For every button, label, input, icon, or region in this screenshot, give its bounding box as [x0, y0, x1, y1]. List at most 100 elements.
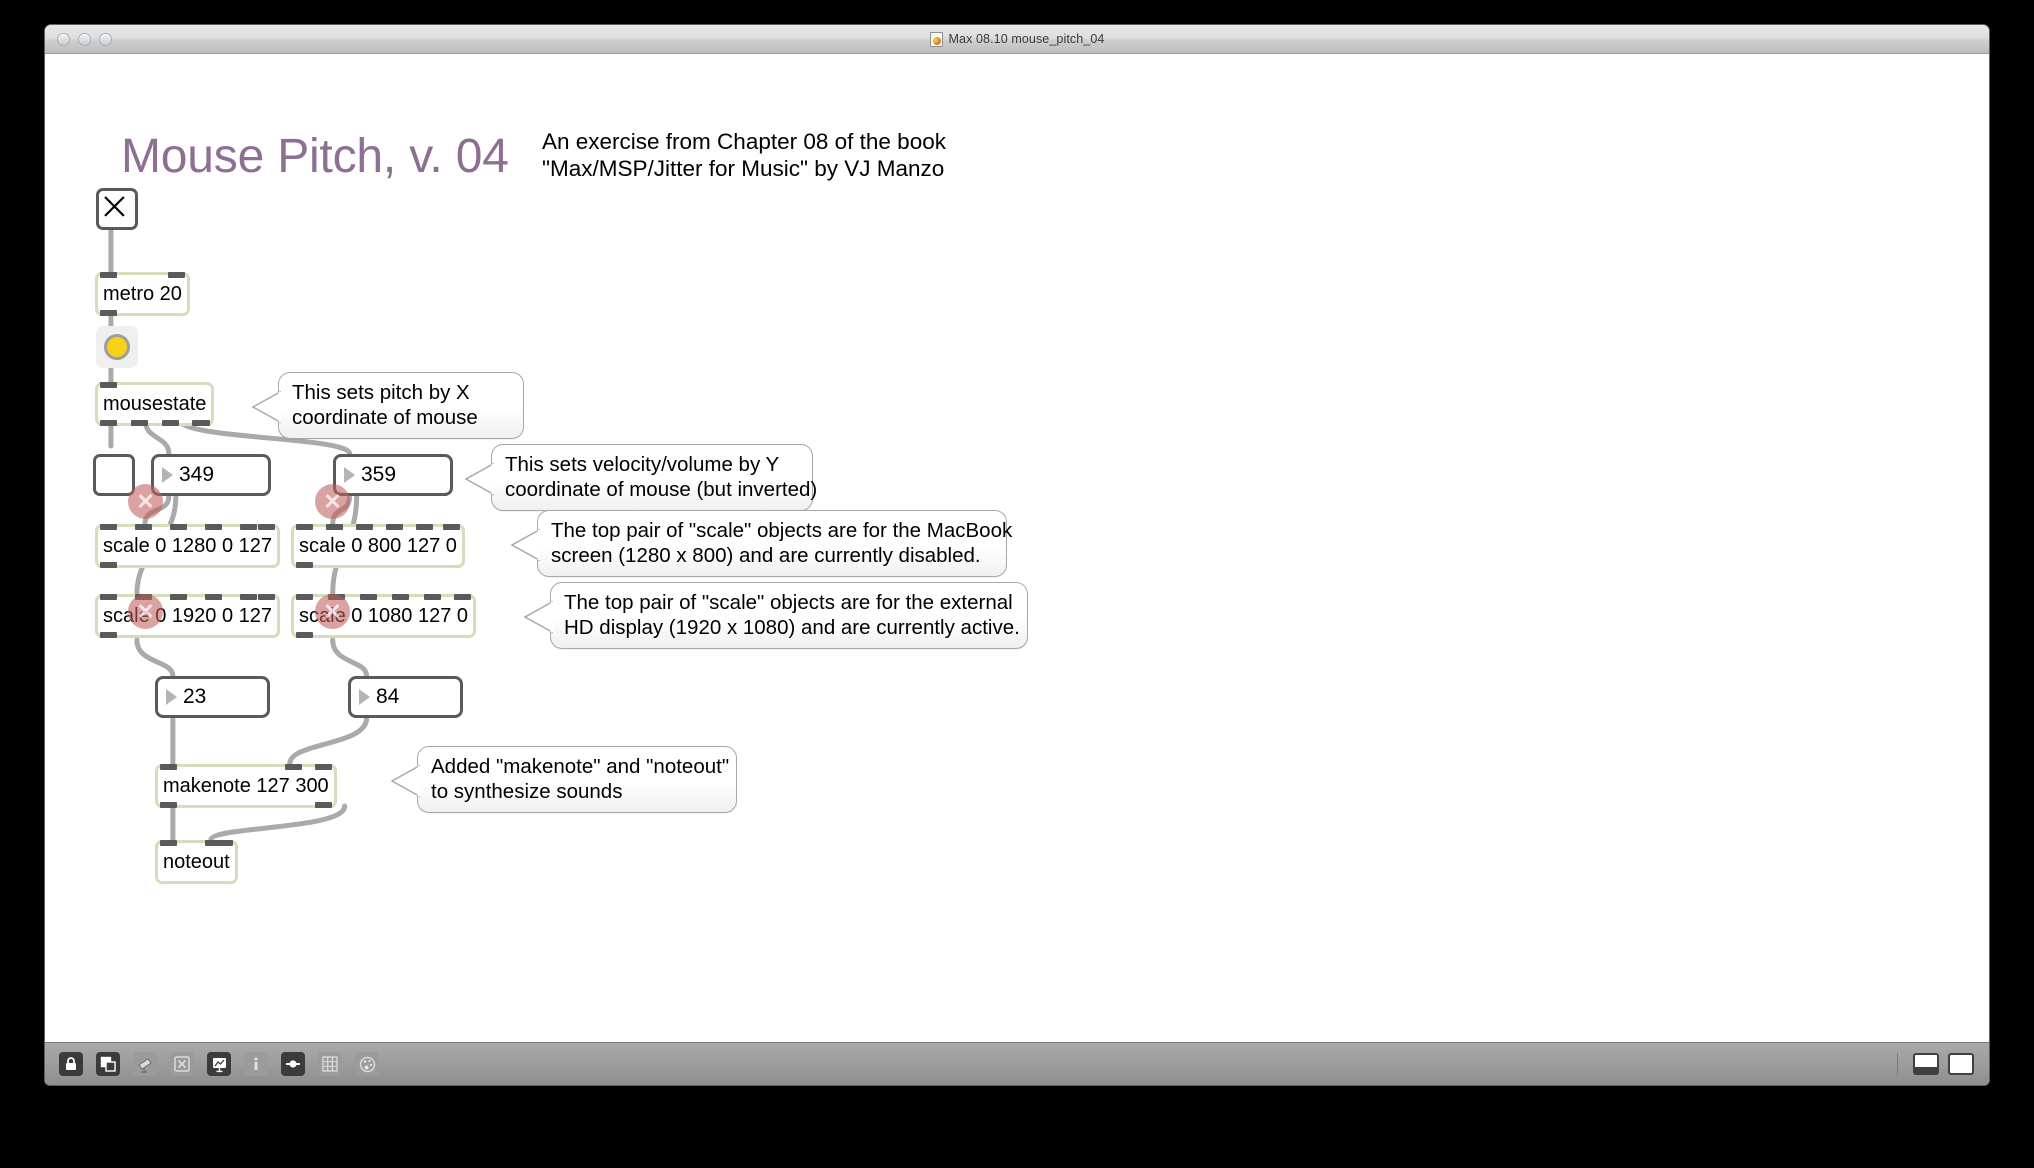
- outlet[interactable]: [160, 802, 177, 808]
- disabled-connection-marker[interactable]: ✕: [315, 484, 350, 519]
- object-makenote[interactable]: makenote 127 300: [155, 764, 337, 808]
- outlet[interactable]: [296, 562, 313, 568]
- patcher-toolbar: [45, 1042, 1989, 1085]
- disabled-connection-marker[interactable]: ✕: [128, 594, 163, 629]
- numberbox-velocity[interactable]: 84: [348, 676, 463, 718]
- palette-icon[interactable]: [355, 1052, 379, 1076]
- grid-icon[interactable]: [318, 1052, 342, 1076]
- comment-pitch[interactable]: This sets pitch by X coordinate of mouse: [278, 372, 524, 439]
- comment-makenote[interactable]: Added "makenote" and "noteout" to synthe…: [417, 746, 737, 813]
- toolbar-right-group: [1897, 1053, 1989, 1075]
- presentation-icon[interactable]: [207, 1052, 231, 1076]
- inlet[interactable]: [356, 524, 373, 530]
- inlet[interactable]: [258, 594, 276, 600]
- disabled-connection-marker[interactable]: ✕: [128, 484, 163, 519]
- outlet[interactable]: [100, 632, 117, 638]
- object-text: mousestate: [103, 392, 207, 415]
- inlet[interactable]: [205, 594, 222, 600]
- outlet[interactable]: [296, 632, 313, 638]
- inlet[interactable]: [454, 594, 472, 600]
- lock-icon[interactable]: [59, 1052, 83, 1076]
- comment-tail-icon: [464, 462, 494, 496]
- close-button[interactable]: [57, 33, 70, 46]
- comment-tail-icon: [251, 390, 281, 424]
- comment-tail-icon: [510, 528, 540, 562]
- object-explorer-icon[interactable]: [170, 1052, 194, 1076]
- toggle-x-icon: [104, 196, 125, 217]
- outlet[interactable]: [162, 420, 179, 426]
- numberbox-mouse-y[interactable]: 359: [333, 454, 453, 496]
- inlet[interactable]: [215, 840, 233, 846]
- inlet[interactable]: [100, 272, 117, 278]
- inspector-icon[interactable]: [281, 1052, 305, 1076]
- outlet[interactable]: [100, 310, 117, 316]
- inlet[interactable]: [360, 594, 377, 600]
- inlet[interactable]: [100, 382, 117, 388]
- toggle-object-2[interactable]: [93, 454, 135, 496]
- telescope-icon[interactable]: [133, 1052, 157, 1076]
- inlet[interactable]: [240, 524, 257, 530]
- inlet[interactable]: [160, 764, 177, 770]
- inlet[interactable]: [240, 594, 257, 600]
- sidebar-toggle-icon[interactable]: [1913, 1053, 1939, 1075]
- window-titlebar: Max 08.10 mouse_pitch_04: [45, 25, 1989, 54]
- object-scale-hd-x[interactable]: scale 0 1920 0 127: [95, 594, 281, 638]
- comment-velocity[interactable]: This sets velocity/volume by Y coordinat…: [491, 444, 817, 511]
- numberbox-mouse-x[interactable]: 349: [151, 454, 271, 496]
- max-patcher-document-icon: [929, 31, 943, 47]
- inlet[interactable]: [416, 524, 433, 530]
- inlet[interactable]: [167, 272, 185, 278]
- object-metro[interactable]: metro 20: [95, 272, 190, 316]
- info-icon[interactable]: [244, 1052, 268, 1076]
- outlet[interactable]: [314, 802, 332, 808]
- inlet[interactable]: [100, 524, 117, 530]
- outlet[interactable]: [131, 420, 148, 426]
- numberbox-pitch[interactable]: 23: [155, 676, 270, 718]
- object-text: makenote 127 300: [163, 774, 329, 797]
- inlet[interactable]: [285, 764, 302, 770]
- numberbox-value: 359: [361, 463, 397, 486]
- inlet[interactable]: [160, 840, 177, 846]
- inlet[interactable]: [392, 594, 409, 600]
- toggle-object[interactable]: [96, 188, 138, 230]
- comment-hd-display[interactable]: The top pair of "scale" objects are for …: [550, 582, 1028, 649]
- numberbox-value: 23: [183, 685, 207, 708]
- disabled-connection-marker[interactable]: ✕: [315, 594, 350, 629]
- comment-macbook[interactable]: The top pair of "scale" objects are for …: [537, 510, 1012, 577]
- inlet[interactable]: [205, 524, 222, 530]
- patcher-canvas[interactable]: Mouse Pitch, v. 04 An exercise from Chap…: [45, 54, 1989, 1042]
- panel-toggle-icon[interactable]: [1948, 1053, 1974, 1075]
- object-text: metro 20: [103, 282, 182, 305]
- zoom-button[interactable]: [99, 33, 112, 46]
- object-scale-macbook-x[interactable]: scale 0 1280 0 127: [95, 524, 281, 568]
- numberbox-triangle-icon: [166, 689, 177, 705]
- numberbox-triangle-icon: [359, 689, 370, 705]
- bang-object[interactable]: [96, 326, 138, 368]
- minimize-button[interactable]: [78, 33, 91, 46]
- inlet[interactable]: [424, 594, 441, 600]
- object-text: scale 0 800 127 0: [299, 534, 457, 557]
- outlet[interactable]: [192, 420, 210, 426]
- inlet[interactable]: [386, 524, 403, 530]
- inlet[interactable]: [296, 594, 313, 600]
- outlet[interactable]: [100, 562, 117, 568]
- inlet[interactable]: [170, 594, 187, 600]
- outlet[interactable]: [100, 420, 117, 426]
- object-mousestate[interactable]: mousestate: [95, 382, 215, 426]
- toolbar-left-group: [45, 1052, 379, 1076]
- inlet[interactable]: [296, 524, 313, 530]
- bang-dot-icon: [104, 334, 130, 360]
- numberbox-value: 84: [376, 685, 400, 708]
- inlet[interactable]: [442, 524, 460, 530]
- layers-icon[interactable]: [96, 1052, 120, 1076]
- inlet[interactable]: [314, 764, 332, 770]
- object-noteout[interactable]: noteout: [155, 840, 238, 884]
- inlet[interactable]: [100, 594, 117, 600]
- object-text: noteout: [163, 850, 230, 873]
- inlet[interactable]: [135, 524, 152, 530]
- numberbox-triangle-icon: [162, 467, 173, 483]
- inlet[interactable]: [326, 524, 343, 530]
- inlet[interactable]: [258, 524, 276, 530]
- inlet[interactable]: [170, 524, 187, 530]
- object-scale-macbook-y[interactable]: scale 0 800 127 0: [291, 524, 465, 568]
